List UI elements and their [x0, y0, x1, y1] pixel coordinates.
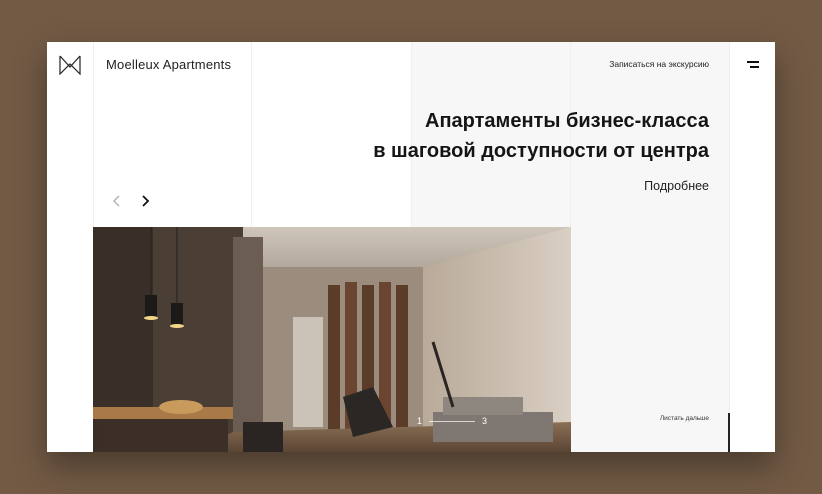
more-link[interactable]: Подробнее [644, 179, 709, 193]
chevron-right-icon[interactable] [138, 194, 152, 208]
landing-page-card: Moelleux Apartments Записаться на экскур… [47, 42, 775, 452]
scroll-indicator-line [728, 413, 730, 452]
brand-name[interactable]: Moelleux Apartments [106, 57, 231, 72]
total-slides-number: 3 [482, 416, 488, 426]
chevron-left-icon[interactable] [110, 194, 124, 208]
slide-pager: 1 3 [417, 416, 487, 426]
apartment-interior-photo [93, 227, 571, 452]
pager-track [429, 420, 476, 422]
grid-divider [729, 42, 730, 452]
headline-line-1: Апартаменты бизнес-класса [425, 110, 709, 132]
headline-line-2: в шаговой доступности от центра [373, 140, 709, 162]
hamburger-menu-icon[interactable] [746, 61, 759, 69]
hero-headline: Апартаменты бизнес-класса в шаговой дост… [373, 106, 709, 166]
current-slide-number: 1 [417, 416, 423, 426]
book-tour-link[interactable]: Записаться на экскурсию [609, 59, 709, 69]
m-monogram-icon[interactable] [59, 55, 81, 75]
scroll-further-link[interactable]: Листать дальше [660, 415, 709, 422]
